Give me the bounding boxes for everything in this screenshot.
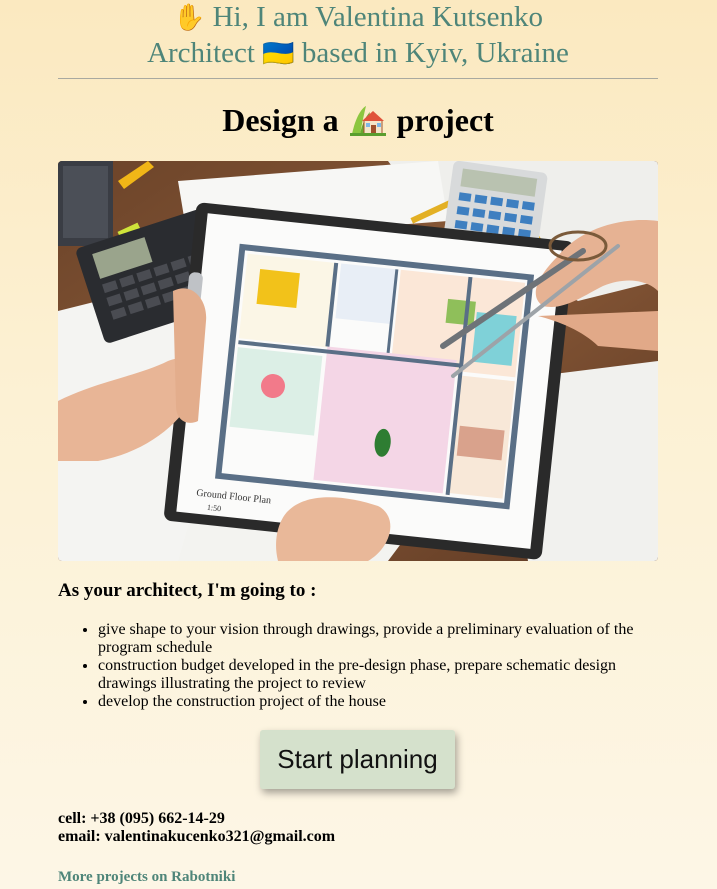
services-list: give shape to your vision through drawin… (58, 621, 658, 711)
divider (58, 78, 658, 79)
wave-hand-icon: ✋ (172, 3, 206, 33)
list-item: develop the construction project of the … (98, 693, 658, 711)
house-with-garden-icon (349, 106, 386, 136)
intro-line-2: Architect 🇺🇦 based in Kyiv, Ukraine (58, 36, 658, 72)
start-planning-button[interactable]: Start planning (260, 730, 455, 789)
phone-number: cell: +38 (095) 662-14-29 (58, 810, 225, 827)
list-item: construction budget developed in the pre… (98, 657, 658, 693)
section-heading: As your architect, I'm going to : (58, 580, 317, 601)
more-projects-link[interactable]: More projects on Rabotniki (58, 869, 235, 886)
floor-plan-photo: Ground Floor Plan 1:50 (58, 161, 658, 561)
email-address: email: valentinakucenko321@gmail.com (58, 828, 336, 845)
intro-role: Architect (147, 37, 255, 69)
intro-heading: ✋ Hi, I am Valentina Kutsenko Architect … (58, 0, 658, 72)
list-item: give shape to your vision through drawin… (98, 621, 658, 657)
page: ✋ Hi, I am Valentina Kutsenko Architect … (0, 0, 717, 889)
intro-greeting: Hi, I am Valentina Kutsenko (212, 1, 544, 33)
intro-line-1: ✋ Hi, I am Valentina Kutsenko (58, 0, 658, 36)
title-text-after: project (396, 102, 494, 138)
intro-location: based in Kyiv, Ukraine (301, 37, 569, 69)
ukraine-flag-icon: 🇺🇦 (262, 39, 295, 69)
plan-scale: 1:50 (206, 503, 221, 513)
page-title: Design a project (58, 100, 658, 140)
floor-plan-illustration: Ground Floor Plan 1:50 (58, 161, 658, 561)
title-text-before: Design a (222, 102, 339, 138)
contact-info: cell: +38 (095) 662-14-29 email: valenti… (58, 810, 335, 846)
